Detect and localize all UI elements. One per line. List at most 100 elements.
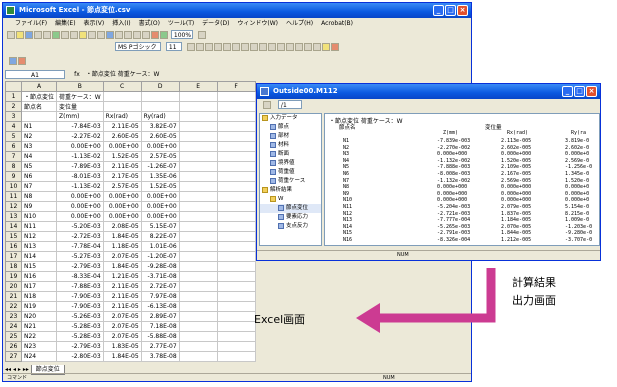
grid-cell[interactable] [178,161,218,172]
menu-tools[interactable]: ツール(T) [168,20,194,27]
row-header[interactable]: 22 [5,301,22,312]
column-header[interactable]: C [102,81,142,92]
grid-cell[interactable] [178,91,218,102]
formula-content[interactable]: ・節点変位 荷重ケース：W [86,71,160,78]
grid-cell[interactable] [216,101,256,112]
grid-cell[interactable]: -7.84E-03 [56,121,104,132]
zoom-select[interactable]: 100% [170,30,193,39]
grid-cell[interactable] [178,141,218,152]
grid-cell[interactable]: -2.80E-03 [56,351,104,362]
tree-item[interactable]: 材料 [260,141,321,150]
grid-cell[interactable] [216,331,256,342]
grid-cell[interactable]: -7.78E-04 [56,241,104,252]
grid-cell[interactable]: N2 [20,131,58,142]
grid-cell[interactable]: 2.11E-05 [102,121,142,132]
align-center-icon[interactable] [222,43,231,51]
menu-view[interactable]: 表示(V) [83,20,104,27]
row-header[interactable]: 17 [5,251,22,262]
grid-cell[interactable]: N7 [20,181,58,192]
column-header[interactable]: F [216,81,256,92]
select-all-corner[interactable] [5,81,22,92]
grid-cell[interactable]: 0.00E+00 [102,141,142,152]
grid-cell[interactable] [216,211,256,222]
minimize-icon[interactable]: _ [562,86,573,97]
grid-cell[interactable]: 1.18E-05 [102,241,142,252]
grid-cell[interactable]: Ry(rad) [140,111,180,122]
bold-icon[interactable] [186,43,195,51]
grid-cell[interactable] [20,111,58,122]
tree-item[interactable]: 節点変位 [260,204,321,213]
tree-item[interactable]: 支点反力 [260,222,321,231]
row-header[interactable]: 12 [5,201,22,212]
column-header[interactable]: B [56,81,104,92]
grid-cell[interactable]: 7.18E-08 [140,321,180,332]
indent-inc-icon[interactable] [303,43,312,51]
decimal-inc-icon[interactable] [276,43,285,51]
tree-item[interactable]: 解析結果 [260,186,321,195]
grid-cell[interactable]: -1.13E-02 [56,181,104,192]
comma-icon[interactable] [267,43,276,51]
excel-titlebar[interactable]: Microsoft Excel - 節点変位.csv _ □ × [3,3,471,18]
grid-cell[interactable]: -5.26E-03 [56,311,104,322]
function-fx-icon[interactable]: fx [70,69,84,80]
grid-cell[interactable] [216,261,256,272]
row-header[interactable]: 21 [5,291,22,302]
grid-cell[interactable]: 2.11E-05 [102,301,142,312]
grid-cell[interactable]: N6 [20,171,58,182]
grid-cell[interactable] [178,231,218,242]
grid-cell[interactable]: -5.20E-03 [56,221,104,232]
grid-cell[interactable]: -1.13E-02 [56,151,104,162]
grid-cell[interactable]: N16 [20,271,58,282]
font-color-icon[interactable] [330,43,339,51]
menu-file[interactable]: ファイル(F) [15,20,47,27]
grid-cell[interactable] [216,291,256,302]
borders-icon[interactable] [312,43,321,51]
grid-cell[interactable]: N13 [20,241,58,252]
grid-cell[interactable] [140,91,180,102]
grid-cell[interactable]: Rx(rad) [102,111,142,122]
grid-cell[interactable] [216,141,256,152]
menu-insert[interactable]: 挿入(I) [112,20,130,27]
chart-icon[interactable] [151,31,159,39]
column-header[interactable]: D [140,81,180,92]
grid-cell[interactable] [216,301,256,312]
grid-cell[interactable]: 0.00E+00 [102,191,142,202]
tree-item[interactable]: 荷重値 [260,168,321,177]
grid-cell[interactable]: 8.22E-07 [140,231,180,242]
grid-cell[interactable] [178,121,218,132]
sort-asc-icon[interactable] [133,31,141,39]
grid-cell[interactable]: -2.27E-02 [56,131,104,142]
menu-format[interactable]: 書式(O) [139,20,160,27]
row-header[interactable]: 20 [5,281,22,292]
grid-cell[interactable]: N18 [20,291,58,302]
grid-cell[interactable]: 0.00E+00 [140,201,180,212]
grid-cell[interactable] [178,351,218,362]
grid-cell[interactable]: -3.71E-08 [140,271,180,282]
row-header[interactable]: 8 [5,161,22,172]
row-header[interactable]: 26 [5,341,22,352]
grid-cell[interactable]: -6.13E-08 [140,301,180,312]
grid-cell[interactable]: 2.72E-07 [140,281,180,292]
row-header[interactable]: 19 [5,271,22,282]
copy-icon[interactable] [70,31,78,39]
sort-desc-icon[interactable] [142,31,150,39]
row-header[interactable]: 3 [5,111,22,122]
grid-cell[interactable]: 0.00E+00 [56,201,104,212]
maximize-icon[interactable]: □ [445,5,456,16]
grid-cell[interactable]: -7.90E-03 [56,291,104,302]
undo-icon[interactable] [88,31,96,39]
page-field[interactable]: /1 [277,100,302,109]
grid-cell[interactable]: 0.00E+00 [56,141,104,152]
grid-cell[interactable] [216,321,256,332]
grid-cell[interactable]: 0.00E+00 [102,211,142,222]
grid-cell[interactable] [178,271,218,282]
grid-cell[interactable]: 2.60E-05 [140,131,180,142]
grid-cell[interactable] [216,171,256,182]
grid-cell[interactable] [178,331,218,342]
grid-cell[interactable] [178,221,218,232]
close-icon[interactable]: × [457,5,468,16]
italic-icon[interactable] [195,43,204,51]
grid-cell[interactable]: 1.84E-05 [102,231,142,242]
grid-cell[interactable] [178,251,218,262]
row-header[interactable]: 6 [5,141,22,152]
